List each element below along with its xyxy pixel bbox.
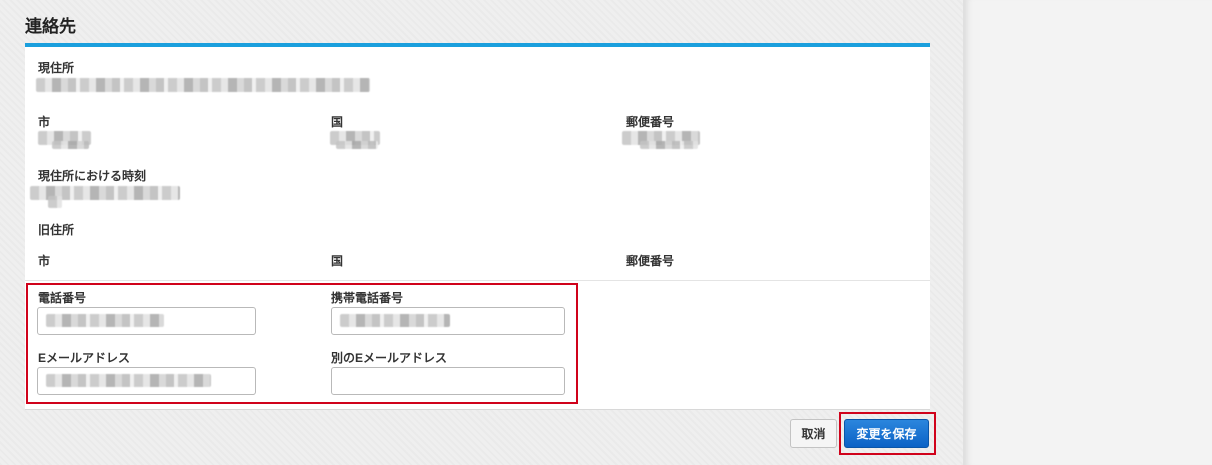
previous-country-label: 国: [331, 254, 344, 268]
country-label: 国: [331, 115, 344, 129]
zip-value-redacted-2: [640, 141, 698, 149]
local-time-label: 現住所における時刻: [38, 169, 147, 183]
alt-email-input[interactable]: [331, 367, 565, 395]
mobile-label: 携帯電話番号: [331, 291, 404, 305]
local-time-value-redacted-2: [48, 196, 62, 208]
mobile-value-redacted: [340, 314, 450, 327]
zip-label: 郵便番号: [626, 115, 675, 129]
email-label: Eメールアドレス: [38, 351, 131, 365]
cancel-button[interactable]: 取消: [790, 419, 837, 448]
current-address-label: 現住所: [38, 61, 75, 75]
phone-label: 電話番号: [38, 291, 87, 305]
city-label: 市: [38, 115, 51, 129]
section-divider: [25, 280, 930, 281]
email-input[interactable]: [37, 367, 256, 395]
right-sidebar: [963, 0, 1212, 465]
previous-city-label: 市: [38, 254, 51, 268]
alt-email-label: 別のEメールアドレス: [331, 351, 448, 365]
city-value-redacted-2: [52, 141, 89, 149]
section-title: 連絡先: [25, 17, 76, 36]
country-value-redacted-2: [336, 141, 378, 149]
phone-input[interactable]: [37, 307, 256, 335]
previous-address-label: 旧住所: [38, 223, 75, 237]
mobile-input[interactable]: [331, 307, 565, 335]
phone-value-redacted: [46, 314, 164, 327]
email-value-redacted: [46, 374, 211, 387]
previous-zip-label: 郵便番号: [626, 254, 675, 268]
save-button-highlight: [839, 412, 936, 455]
current-address-value-redacted: [36, 78, 370, 92]
